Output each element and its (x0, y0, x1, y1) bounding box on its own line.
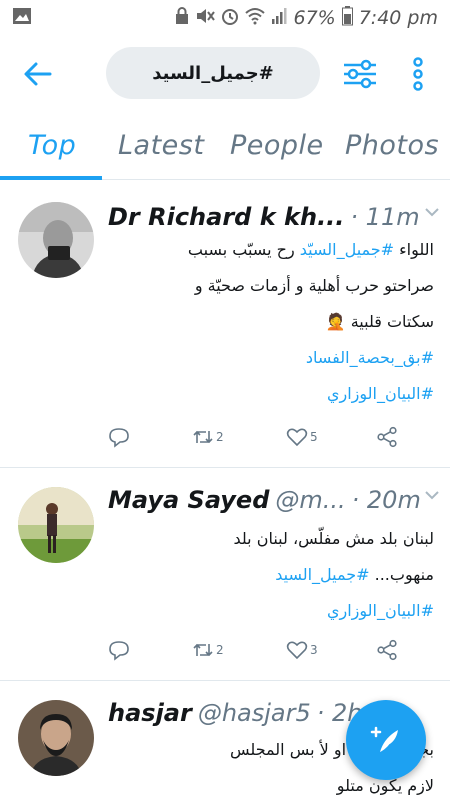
search-input[interactable]: #جميل_السيد (106, 47, 320, 99)
search-header: #جميل_السيد (0, 36, 450, 112)
avatar[interactable] (18, 700, 94, 776)
avatar[interactable] (18, 487, 94, 563)
reply-button[interactable] (108, 426, 130, 448)
share-icon (377, 639, 397, 661)
tweet-header: Dr Richard k kh... · 11m (108, 200, 438, 234)
reply-icon (109, 428, 129, 448)
search-tabs: Top Latest People Photos (0, 112, 450, 180)
sliders-icon (344, 59, 376, 89)
reply-button[interactable] (108, 639, 130, 661)
like-button[interactable]: 5 (286, 426, 318, 448)
retweet-count: 2 (216, 643, 224, 657)
active-tab-indicator (0, 176, 102, 180)
chevron-down-icon[interactable] (424, 489, 440, 501)
hashtag-link[interactable]: #البيان_الوزاري (108, 376, 434, 412)
tab-latest[interactable]: Latest (118, 130, 204, 161)
back-button[interactable] (22, 58, 54, 90)
tweet-card[interactable]: Dr Richard k kh... · 11m اللواء #جميل_ال… (0, 186, 450, 468)
retweet-count: 2 (216, 430, 224, 444)
tweet-card[interactable]: Maya Sayed @m... · 20m لبنان بلد مش مفلّ… (0, 469, 450, 681)
text-line: صراحتو حرب أهلية و أزمات صحيّة و (194, 276, 434, 295)
arrow-left-icon (24, 62, 52, 86)
hashtag-link[interactable]: #بق_بحصة_الفساد (108, 340, 434, 376)
share-button[interactable] (376, 426, 398, 448)
alarm-icon (221, 7, 239, 29)
author-handle[interactable]: @m... (275, 486, 345, 514)
like-count: 3 (310, 643, 318, 657)
text-span: منهوب... (369, 565, 434, 584)
clock-time: 7:40 pm (358, 7, 438, 29)
battery-icon (341, 6, 353, 30)
mute-icon (195, 7, 216, 29)
hashtag-link[interactable]: #البيان_الوزاري (108, 593, 434, 629)
heart-icon (286, 641, 308, 660)
author-name[interactable]: hasjar (108, 699, 192, 727)
compose-feather-icon (370, 726, 398, 752)
battery-percent: 67% (293, 7, 336, 29)
tab-people[interactable]: People (230, 130, 324, 161)
author-name[interactable]: Dr Richard k kh... (108, 203, 344, 231)
heart-icon (286, 428, 308, 447)
like-count: 5 (310, 430, 318, 444)
signal-icon (271, 7, 287, 29)
tab-top[interactable]: Top (28, 130, 76, 161)
overflow-menu-button[interactable] (408, 56, 428, 92)
tab-photos[interactable]: Photos (345, 130, 439, 161)
tweet-time: · 11m (350, 203, 420, 231)
retweet-button[interactable]: 2 (192, 426, 224, 448)
search-filter-button[interactable] (342, 56, 378, 92)
chevron-down-icon[interactable] (424, 206, 440, 218)
share-button[interactable] (376, 639, 398, 661)
author-name[interactable]: Maya Sayed (108, 486, 269, 514)
reply-icon (109, 641, 129, 661)
hashtag-link[interactable]: #جميل_السيّد (300, 240, 394, 259)
tweet-actions: 2 5 (108, 426, 408, 456)
text-line: لبنان بلد مش مفلّس، لبنان بلد (233, 529, 434, 548)
search-query: #جميل_السيد (152, 62, 274, 84)
avatar[interactable] (18, 202, 94, 278)
gallery-icon (12, 7, 32, 29)
hashtag-link[interactable]: #جميل_السيد (275, 565, 369, 584)
tweet-header: Maya Sayed @m... · 20m (108, 483, 438, 517)
retweet-icon (193, 430, 213, 444)
tweet-time: · 20m (351, 486, 421, 514)
text-line: سكتات قلبية 🤦 (325, 312, 434, 331)
tweet-text: لبنان بلد مش مفلّس، لبنان بلد منهوب... #… (108, 521, 434, 629)
status-bar: 67% 7:40 pm (0, 0, 450, 36)
like-button[interactable]: 3 (286, 639, 318, 661)
wifi-icon (245, 7, 266, 29)
compose-tweet-button[interactable] (346, 700, 426, 780)
text-span: اللواء (394, 240, 434, 259)
more-vertical-icon (413, 57, 423, 91)
author-handle[interactable]: @hasjar5 (198, 699, 311, 727)
tweet-text: اللواء #جميل_السيّد رح يسبّب بسبب صراحتو… (108, 232, 434, 412)
share-icon (377, 426, 397, 448)
text-span: رح يسبّب بسبب (187, 240, 300, 259)
lock-icon (175, 7, 189, 29)
retweet-button[interactable]: 2 (192, 639, 224, 661)
tweet-actions: 2 3 (108, 639, 408, 669)
retweet-icon (193, 643, 213, 657)
